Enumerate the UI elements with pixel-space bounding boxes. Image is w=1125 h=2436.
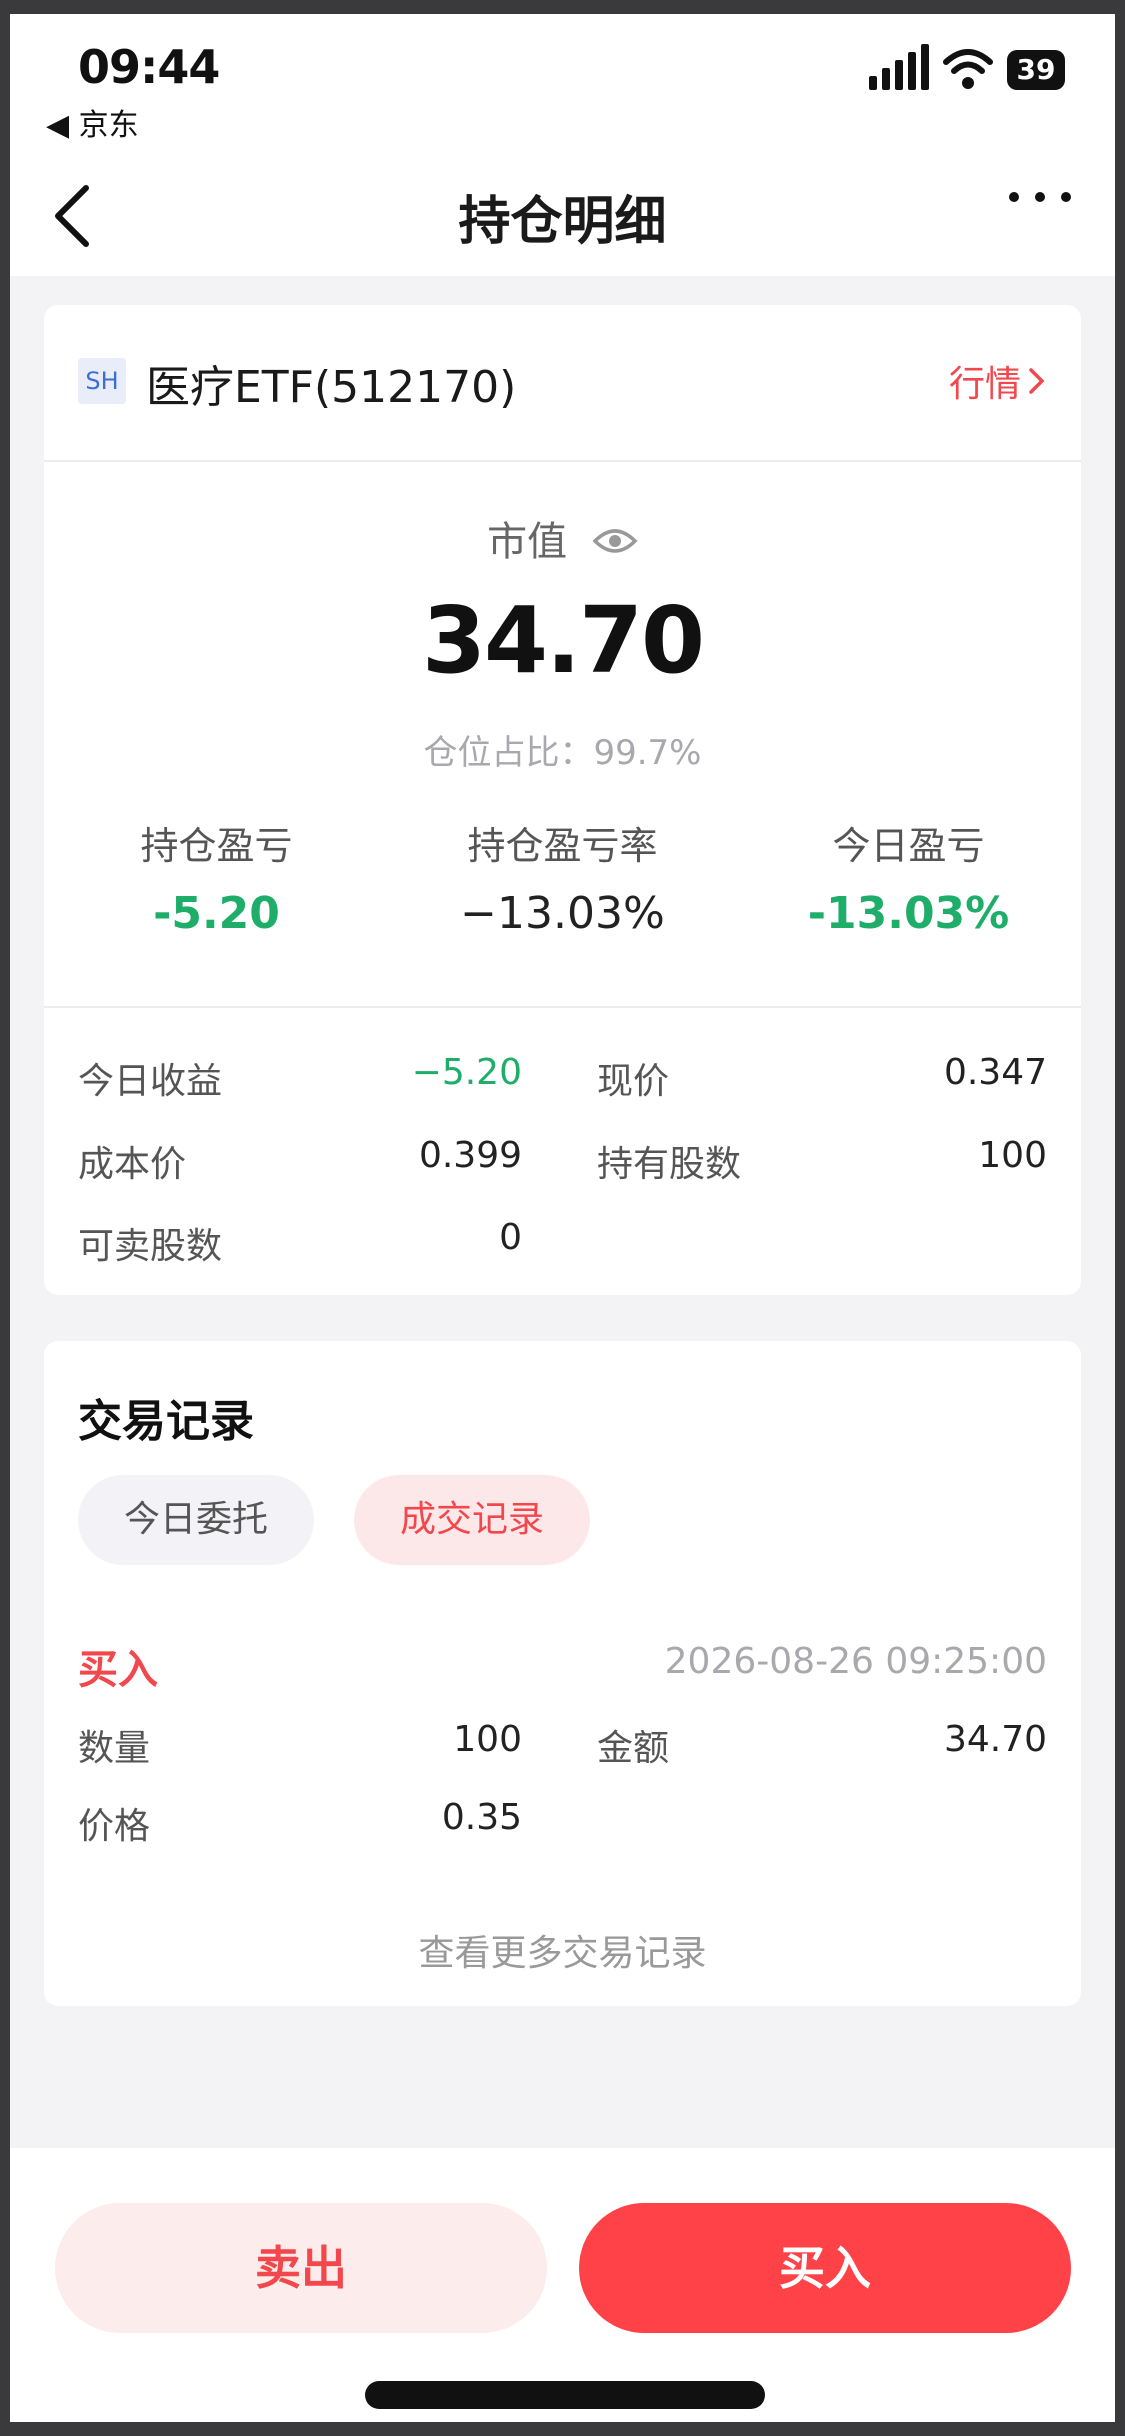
today-pl: 今日盈亏 -13.03% xyxy=(736,815,1081,939)
screen: 09:44 ◀ 京东 39 持仓明细 SH 医疗ETF(512170) 行情 市… xyxy=(10,14,1115,2422)
qty-label: 数量 xyxy=(78,1728,151,1769)
divider xyxy=(44,1006,1081,1008)
trade-records-card: 交易记录 今日委托 成交记录 买入 2026-08-26 09:25:00 数量… xyxy=(44,1341,1081,2006)
shares-held-label: 持有股数 xyxy=(597,1144,742,1185)
tab-today-orders[interactable]: 今日委托 xyxy=(78,1475,314,1565)
tab-deal-records[interactable]: 成交记录 xyxy=(354,1475,590,1565)
stock-name: 医疗ETF(512170) xyxy=(146,362,517,413)
trade-records-title: 交易记录 xyxy=(78,1396,254,1447)
market-value: 34.70 xyxy=(421,587,705,694)
today-income-label: 今日收益 xyxy=(78,1061,223,1102)
home-indicator xyxy=(365,2381,765,2409)
shares-held-value: 100 xyxy=(978,1135,1047,1176)
amount-value: 34.70 xyxy=(943,1719,1047,1760)
more-button[interactable] xyxy=(1009,192,1071,202)
signal-icon xyxy=(869,44,929,90)
back-to-app-link[interactable]: ◀ 京东 xyxy=(46,100,139,144)
position-ratio: 仓位占比：99.7% xyxy=(423,733,702,773)
header-area: 09:44 ◀ 京东 39 持仓明细 xyxy=(10,14,1115,276)
cost-price-label: 成本价 xyxy=(78,1144,187,1185)
more-trades-link[interactable]: 查看更多交易记录 xyxy=(44,1924,1081,1976)
battery-icon: 39 xyxy=(1007,50,1065,90)
wifi-icon xyxy=(943,48,993,90)
amount-label: 金额 xyxy=(597,1728,670,1769)
chevron-right-icon xyxy=(1029,368,1045,394)
eye-icon[interactable] xyxy=(592,521,638,567)
holding-pl-rate: 持仓盈亏率 −13.03% xyxy=(390,815,735,939)
quote-link-label: 行情 xyxy=(948,364,1021,405)
price-value: 0.35 xyxy=(441,1797,522,1838)
trade-side: 买入 xyxy=(78,1647,158,1693)
today-pl-value: -13.03% xyxy=(807,888,1010,939)
holding-pl: 持仓盈亏 -5.20 xyxy=(44,815,389,939)
more-dots-icon xyxy=(1009,192,1019,202)
price-label: 价格 xyxy=(78,1806,151,1847)
quote-link[interactable]: 行情 xyxy=(949,355,1047,407)
status-time: 09:44 xyxy=(78,40,220,94)
current-price-value: 0.347 xyxy=(943,1052,1047,1093)
sellable-value: 0 xyxy=(499,1217,522,1258)
market-value-label: 市值 xyxy=(44,509,1081,567)
sell-button[interactable]: 卖出 xyxy=(55,2203,547,2333)
today-income-value: −5.20 xyxy=(411,1052,522,1093)
qty-value: 100 xyxy=(453,1719,522,1760)
position-card: SH 医疗ETF(512170) 行情 市值 34.70 仓位占比：99.7% … xyxy=(44,305,1081,1295)
cost-price-value: 0.399 xyxy=(418,1135,522,1176)
stock-header: SH 医疗ETF(512170) 行情 xyxy=(44,305,1081,462)
buy-button[interactable]: 买入 xyxy=(579,2203,1071,2333)
bottom-action-bar: 卖出 买入 xyxy=(10,2148,1115,2422)
current-price-label: 现价 xyxy=(597,1061,670,1102)
holding-pl-rate-value: −13.03% xyxy=(460,888,665,939)
market-badge: SH xyxy=(78,358,126,404)
holding-pl-value: -5.20 xyxy=(153,888,280,939)
status-icons: 39 xyxy=(869,44,1065,90)
page-title: 持仓明细 xyxy=(458,192,667,252)
trade-time: 2026-08-26 09:25:00 xyxy=(664,1641,1047,1682)
sellable-label: 可卖股数 xyxy=(78,1226,223,1267)
